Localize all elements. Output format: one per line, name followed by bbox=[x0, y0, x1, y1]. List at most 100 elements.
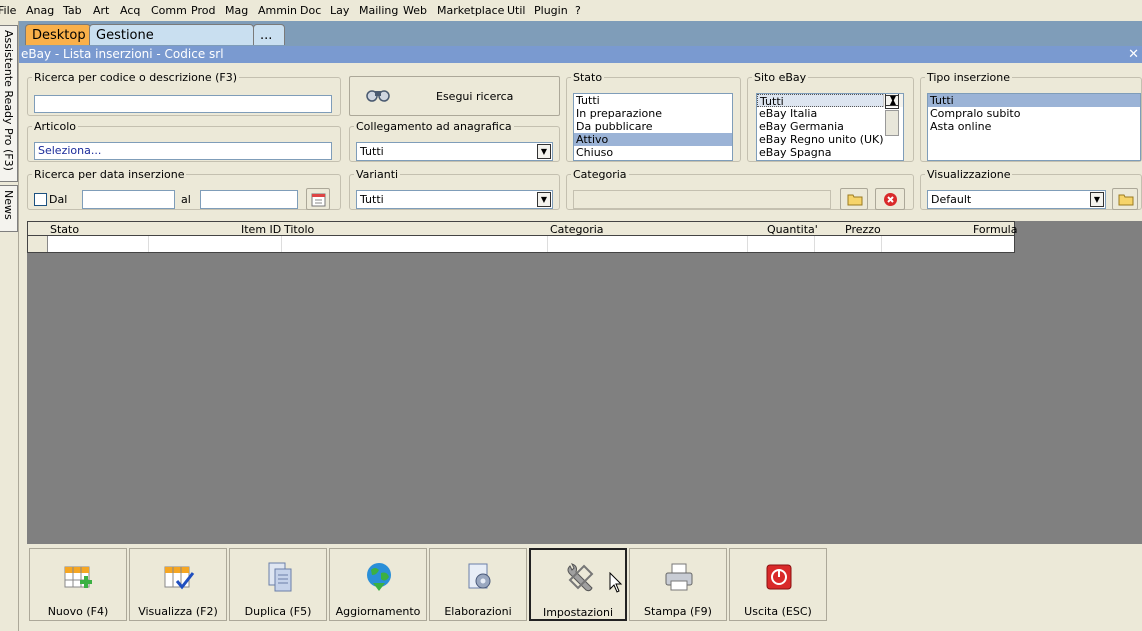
power-exit-icon bbox=[766, 564, 792, 590]
menu-lay[interactable]: Lay bbox=[330, 4, 349, 17]
visualizzazione-dropdown[interactable]: Default ▼ bbox=[927, 190, 1106, 209]
delete-icon bbox=[884, 193, 897, 206]
al-input[interactable] bbox=[200, 190, 298, 209]
grid-check-icon bbox=[164, 566, 195, 590]
menu-mag[interactable]: Mag bbox=[225, 4, 248, 17]
visualizza-button[interactable]: Visualizza (F2) bbox=[129, 548, 227, 621]
column-divider bbox=[281, 236, 282, 252]
stato-option-in-preparazione[interactable]: In preparazione bbox=[574, 107, 732, 120]
scroll-down-icon[interactable]: ▼ bbox=[885, 94, 899, 106]
stato-label: Stato bbox=[573, 71, 603, 84]
tab-more[interactable]: ... bbox=[253, 24, 285, 45]
nuovo-button[interactable]: Nuovo (F4) bbox=[29, 548, 127, 621]
dal-input[interactable] bbox=[82, 190, 175, 209]
menu-util[interactable]: Util bbox=[507, 4, 525, 17]
menu-plugin[interactable]: Plugin bbox=[534, 4, 568, 17]
menu-marketplace[interactable]: Marketplace bbox=[437, 4, 504, 17]
uscita-button[interactable]: Uscita (ESC) bbox=[729, 548, 827, 621]
menu-mailing[interactable]: Mailing bbox=[359, 4, 398, 17]
column-divider bbox=[881, 236, 882, 252]
stato-listbox[interactable]: Tutti In preparazione Da pubblicare Atti… bbox=[573, 93, 733, 161]
tipo-option-asta-online[interactable]: Asta online bbox=[928, 120, 1140, 133]
menu-ammin[interactable]: Ammin bbox=[258, 4, 297, 17]
stato-option-da-pubblicare[interactable]: Da pubblicare bbox=[574, 120, 732, 133]
menu-comm[interactable]: Comm bbox=[151, 4, 187, 17]
column-stato[interactable]: Stato bbox=[50, 223, 79, 236]
elaborazioni-label: Elaborazioni bbox=[444, 605, 512, 618]
sito-listbox[interactable]: Tutti eBay Italia eBay Germania eBay Reg… bbox=[756, 93, 904, 161]
articolo-group: Articolo Seleziona... bbox=[27, 120, 341, 162]
column-prezzo[interactable]: Prezzo bbox=[845, 223, 881, 236]
column-formula[interactable]: Formula bbox=[973, 223, 1017, 236]
window-title-bar: eBay - Lista inserzioni - Codice srl ✕ bbox=[19, 46, 1142, 63]
elaborazioni-button[interactable]: Elaborazioni bbox=[429, 548, 527, 621]
search-button-label: Esegui ricerca bbox=[436, 90, 514, 103]
stampa-button[interactable]: Stampa (F9) bbox=[629, 548, 727, 621]
menu-file[interactable]: File bbox=[0, 4, 16, 17]
listing-grid[interactable]: Stato Item ID Titolo Categoria Quantita'… bbox=[27, 221, 1142, 544]
mouse-cursor-icon bbox=[609, 572, 623, 593]
grid-header: Stato Item ID Titolo Categoria Quantita'… bbox=[27, 221, 1017, 236]
close-icon[interactable]: ✕ bbox=[1128, 46, 1139, 63]
data-inserzione-group: Ricerca per data inserzione Dal al bbox=[27, 168, 341, 210]
menu-anag[interactable]: Anag bbox=[26, 4, 54, 17]
aggiornamento-button[interactable]: Aggiornamento bbox=[329, 548, 427, 621]
sito-option-ebay-spagna[interactable]: eBay Spagna bbox=[757, 146, 903, 159]
categoria-browse-button[interactable] bbox=[840, 188, 868, 210]
chevron-down-icon[interactable]: ▼ bbox=[537, 192, 551, 207]
sito-option-ebay-germania[interactable]: eBay Germania bbox=[757, 120, 903, 133]
menu-bar: File Anag Tab Art Acq Comm Prod Mag Ammi… bbox=[0, 0, 1142, 22]
duplica-button[interactable]: Duplica (F5) bbox=[229, 548, 327, 621]
varianti-label: Varianti bbox=[356, 168, 399, 181]
categoria-input[interactable] bbox=[573, 190, 831, 209]
visualizzazione-browse-button[interactable] bbox=[1112, 188, 1138, 210]
chevron-down-icon[interactable]: ▼ bbox=[1090, 192, 1104, 207]
tipo-option-tutti[interactable]: Tutti bbox=[928, 94, 1140, 107]
articolo-select[interactable]: Seleziona... bbox=[34, 142, 332, 160]
side-tab-assistant[interactable]: Assistente Ready Pro (F3) bbox=[0, 25, 18, 182]
menu-prod[interactable]: Prod bbox=[191, 4, 215, 17]
search-input[interactable] bbox=[34, 95, 332, 113]
tab-gestione-messaggistica[interactable]: Gestione messaggistica bbox=[89, 24, 254, 64]
scroll-thumb[interactable] bbox=[885, 110, 899, 136]
row-selector[interactable] bbox=[28, 236, 48, 252]
calendar-button[interactable] bbox=[306, 188, 330, 210]
main-panel: Ricerca per codice o descrizione (F3) Es… bbox=[19, 63, 1142, 631]
visualizzazione-label: Visualizzazione bbox=[927, 168, 1011, 181]
menu-art[interactable]: Art bbox=[93, 4, 109, 17]
menu-web[interactable]: Web bbox=[403, 4, 427, 17]
sito-option-tutti[interactable]: Tutti bbox=[757, 94, 903, 108]
tipo-label: Tipo inserzione bbox=[927, 71, 1010, 84]
menu-acq[interactable]: Acq bbox=[120, 4, 140, 17]
search-button[interactable]: Esegui ricerca bbox=[349, 76, 560, 116]
table-row[interactable] bbox=[27, 236, 1015, 253]
menu-doc[interactable]: Doc bbox=[300, 4, 321, 17]
menu-tab[interactable]: Tab bbox=[63, 4, 82, 17]
sito-option-ebay-uk[interactable]: eBay Regno unito (UK) bbox=[757, 133, 903, 146]
stato-option-tutti[interactable]: Tutti bbox=[574, 94, 732, 107]
column-titolo[interactable]: Titolo bbox=[284, 223, 314, 236]
column-categoria[interactable]: Categoria bbox=[550, 223, 604, 236]
collegamento-dropdown[interactable]: Tutti ▼ bbox=[356, 142, 553, 161]
impostazioni-button[interactable]: Impostazioni bbox=[529, 548, 627, 621]
collegamento-label: Collegamento ad anagrafica bbox=[356, 120, 512, 133]
stato-option-attivo[interactable]: Attivo bbox=[574, 133, 732, 146]
dal-checkbox[interactable] bbox=[34, 193, 47, 206]
column-quantita[interactable]: Quantita' bbox=[767, 223, 818, 236]
stato-option-chiuso[interactable]: Chiuso bbox=[574, 146, 732, 159]
side-tab-assistant-label: Assistente Ready Pro (F3) bbox=[2, 30, 15, 171]
categoria-clear-button[interactable] bbox=[875, 188, 905, 210]
sito-scrollbar[interactable]: ▲ ▼ bbox=[883, 94, 903, 136]
tipo-listbox[interactable]: Tutti Compralo subito Asta online bbox=[927, 93, 1141, 161]
column-item-id[interactable]: Item ID bbox=[241, 223, 281, 236]
articolo-label: Articolo bbox=[34, 120, 76, 133]
tab-desktop[interactable]: Desktop bbox=[25, 24, 91, 45]
folder-icon bbox=[847, 194, 863, 206]
menu-help[interactable]: ? bbox=[575, 4, 581, 17]
wrench-icon bbox=[567, 563, 594, 592]
sito-option-ebay-italia[interactable]: eBay Italia bbox=[757, 107, 903, 120]
side-tab-news[interactable]: News bbox=[0, 185, 18, 232]
chevron-down-icon[interactable]: ▼ bbox=[537, 144, 551, 159]
varianti-dropdown[interactable]: Tutti ▼ bbox=[356, 190, 553, 209]
tipo-option-compralo-subito[interactable]: Compralo subito bbox=[928, 107, 1140, 120]
